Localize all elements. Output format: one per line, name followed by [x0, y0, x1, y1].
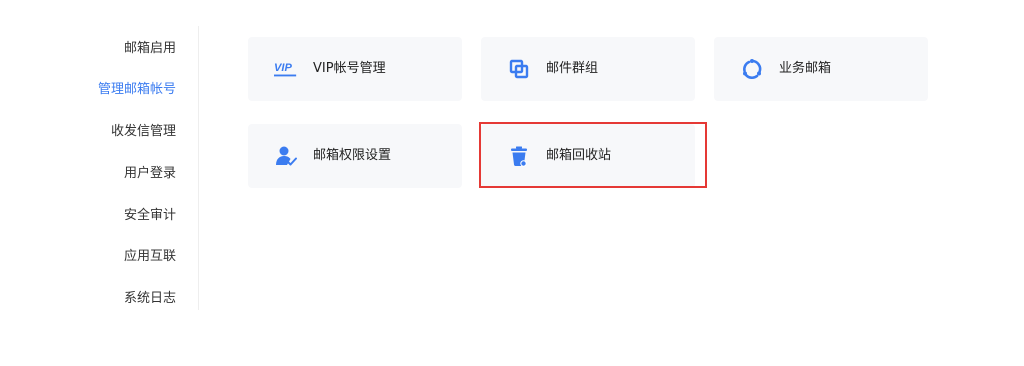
vip-account-card-label: VIP帐号管理: [313, 61, 386, 76]
sidebar-item-manage-accounts[interactable]: 管理邮箱帐号: [98, 81, 176, 99]
mailbox-recycle-bin-card[interactable]: 邮箱回收站: [481, 124, 695, 188]
sidebar-item-app-integration[interactable]: 应用互联: [124, 248, 176, 266]
mailbox-recycle-bin-card-label: 邮箱回收站: [546, 148, 612, 163]
vip-icon: VIP: [274, 58, 298, 80]
mail-group-card-label: 邮件群组: [546, 61, 599, 76]
sidebar-item-security-audit[interactable]: 安全审计: [124, 207, 176, 225]
mailbox-permission-card-label: 邮箱权限设置: [313, 148, 392, 163]
sidebar-item-user-login[interactable]: 用户登录: [124, 165, 176, 183]
mailbox-permission-card[interactable]: 邮箱权限设置: [248, 124, 462, 188]
user-permission-icon: [274, 145, 298, 167]
mail-group-icon: [507, 58, 531, 80]
mail-group-card[interactable]: 邮件群组: [481, 37, 695, 101]
sidebar-item-mailbox-enable[interactable]: 邮箱启用: [124, 40, 176, 58]
business-mailbox-card[interactable]: 业务邮箱: [714, 37, 928, 101]
svg-text:VIP: VIP: [274, 62, 292, 74]
business-mailbox-card-label: 业务邮箱: [779, 61, 832, 76]
sidebar-item-send-receive[interactable]: 收发信管理: [111, 123, 176, 141]
sidebar-nav: 邮箱启用 管理邮箱帐号 收发信管理 用户登录 安全审计 应用互联 系统日志: [0, 26, 199, 310]
sidebar-item-system-log[interactable]: 系统日志: [124, 290, 176, 308]
trash-icon: [507, 145, 531, 167]
vip-account-card[interactable]: VIP VIP帐号管理: [248, 37, 462, 101]
business-mailbox-icon: [740, 58, 764, 80]
